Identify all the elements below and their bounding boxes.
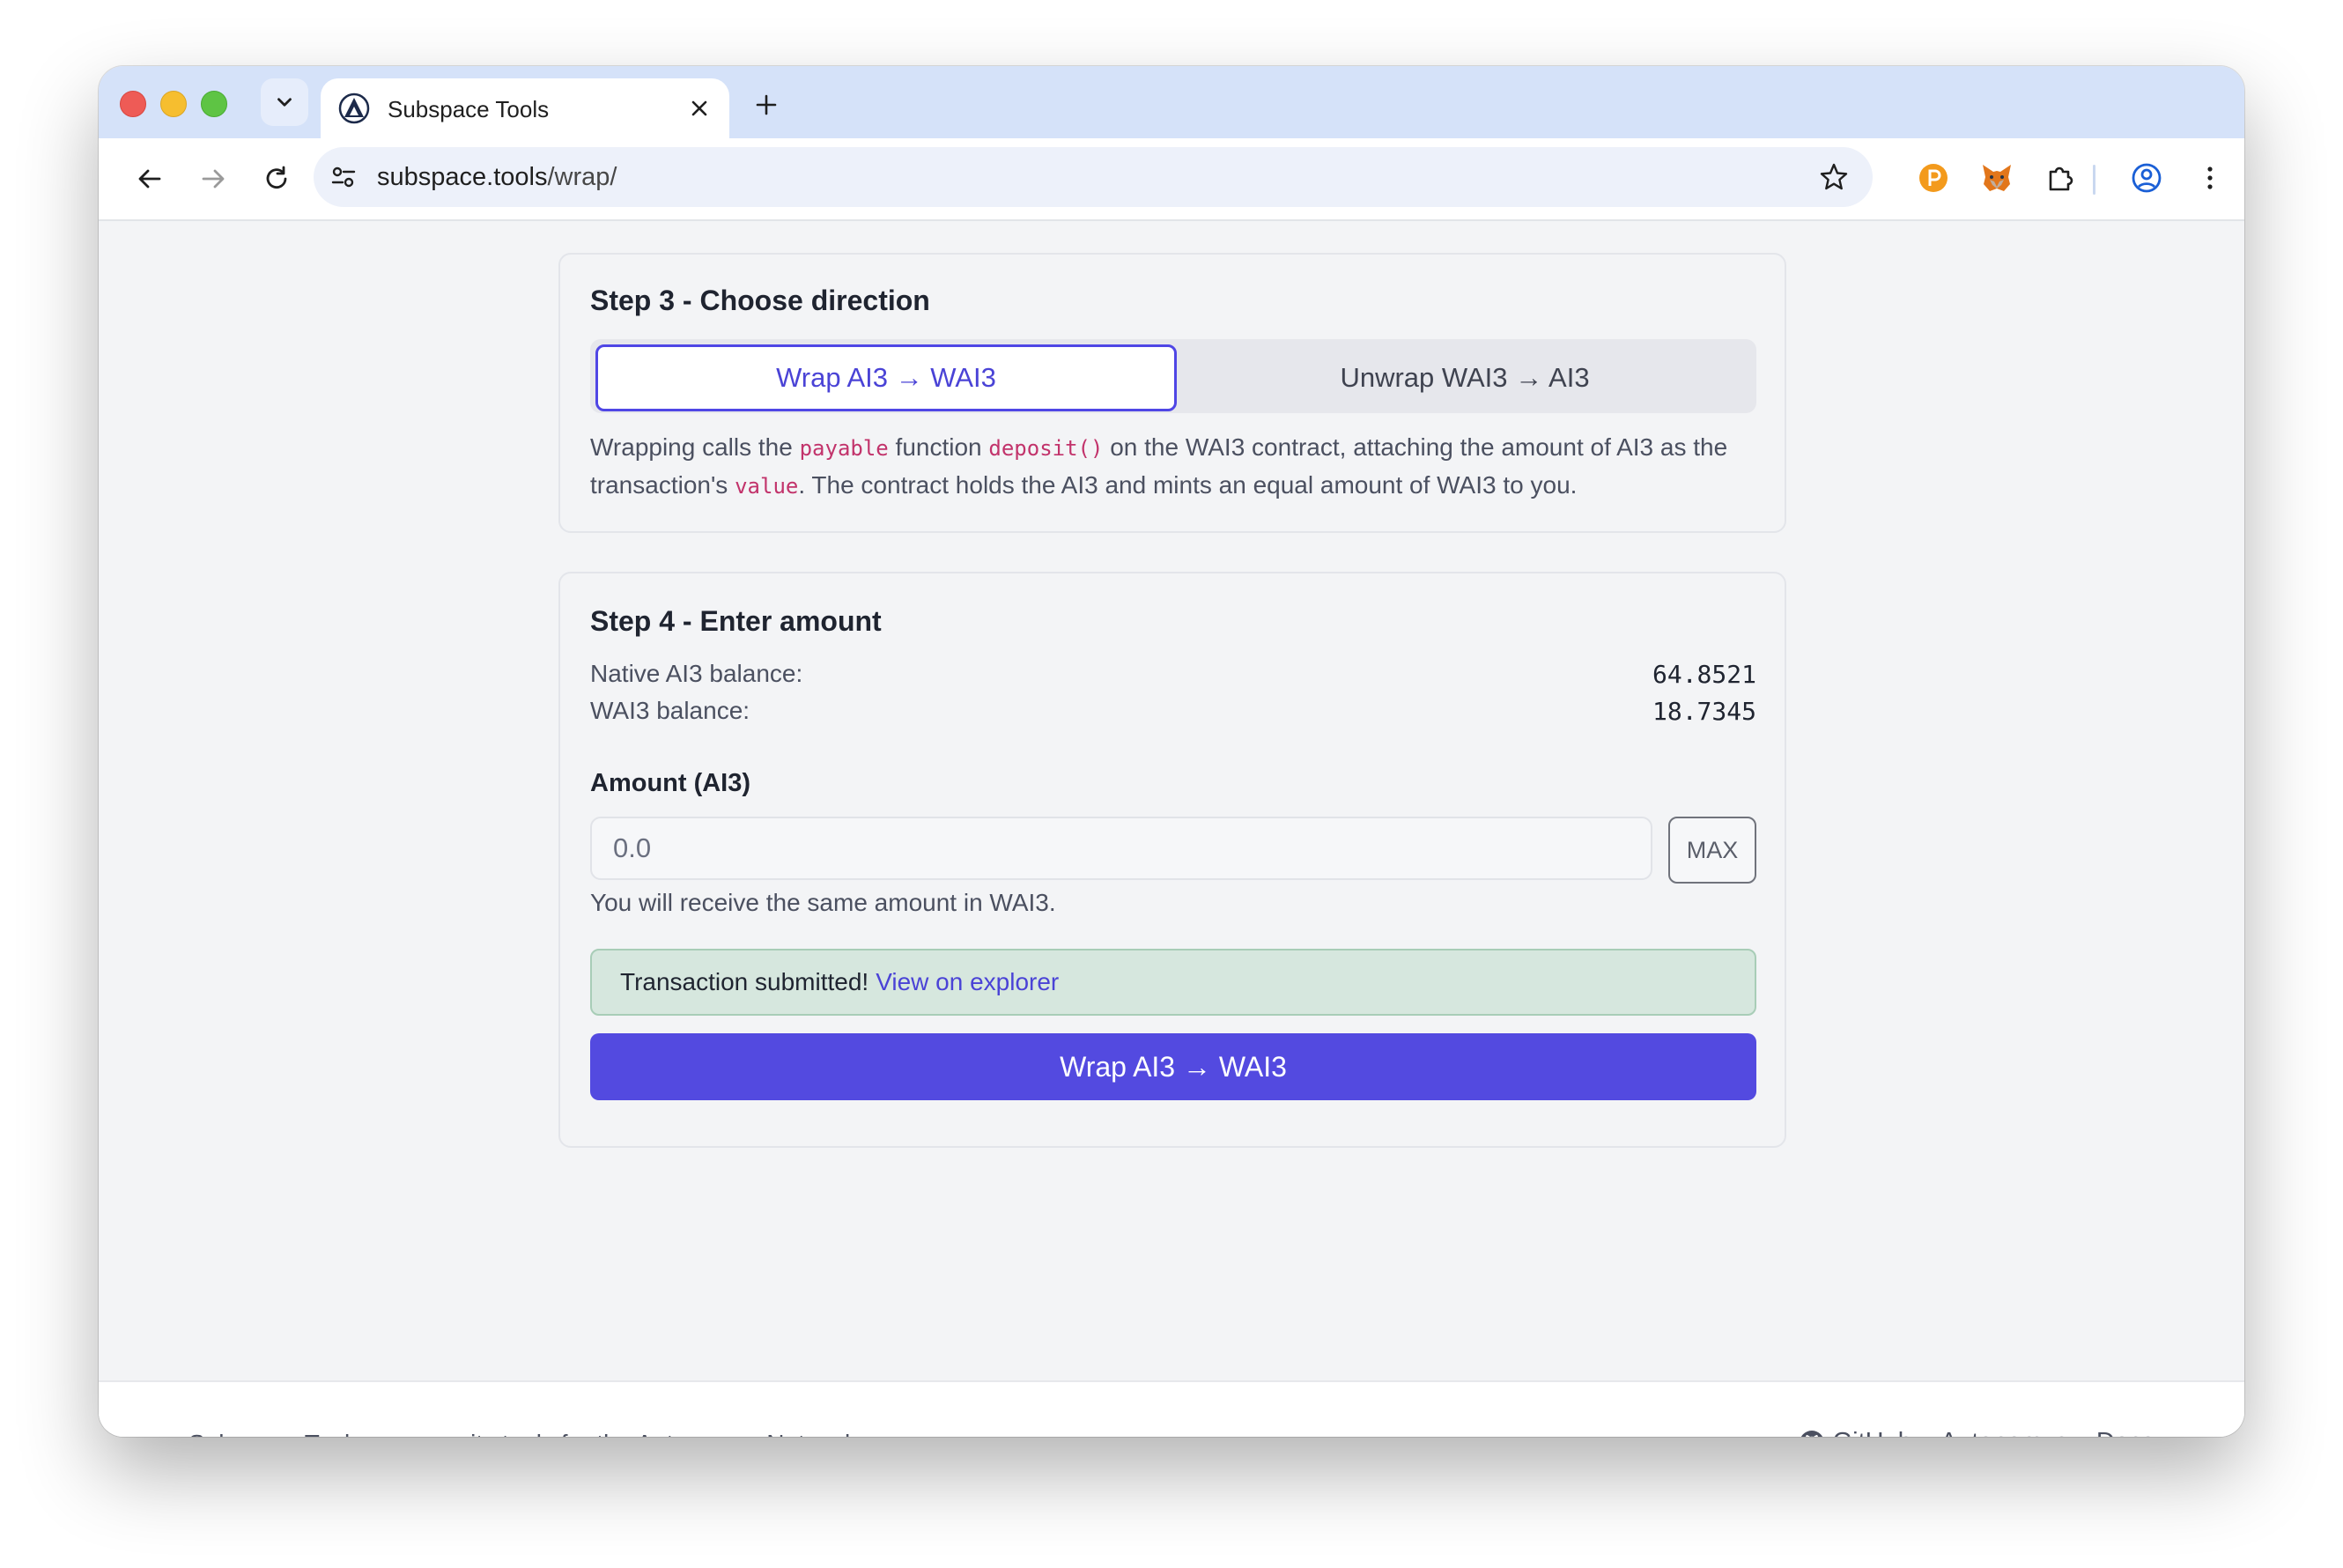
desc-text-2: function xyxy=(888,433,989,461)
chevron-down-icon xyxy=(277,98,292,107)
puzzle-icon xyxy=(2049,166,2073,191)
url-path: /wrap/ xyxy=(547,163,617,191)
footer-text: Subspace Tools, community tools for the … xyxy=(188,1430,864,1437)
back-arrow-icon[interactable] xyxy=(132,161,167,196)
github-link[interactable]: GitHub xyxy=(1798,1428,1912,1437)
profile-button[interactable] xyxy=(2126,158,2167,198)
desc-text-1: Wrapping calls the xyxy=(590,433,800,461)
code-value: value xyxy=(735,474,799,499)
direction-description: Wrapping calls the payable function depo… xyxy=(590,429,1762,505)
step3-title: Step 3 - Choose direction xyxy=(590,285,930,316)
bookmark-star-icon[interactable] xyxy=(1818,161,1850,193)
close-window-button[interactable] xyxy=(120,91,146,117)
browser-toolbar: subspace.tools/wrap/ xyxy=(99,138,2244,221)
page-content: Step 3 - Choose direction Wrap AI3 → WAI… xyxy=(99,221,2244,1437)
tab-strip: Subspace Tools xyxy=(99,66,2244,138)
github-link-label: GitHub xyxy=(1833,1428,1912,1437)
address-bar[interactable]: subspace.tools/wrap/ xyxy=(314,147,1873,207)
wai3-balance-value: 18.7345 xyxy=(1652,697,1756,726)
step4-title: Step 4 - Enter amount xyxy=(590,605,882,637)
minimize-window-button[interactable] xyxy=(160,91,187,117)
browser-menu-button[interactable] xyxy=(2190,158,2230,198)
code-deposit: deposit() xyxy=(988,436,1104,461)
receive-hint: You will receive the same amount in WAI3… xyxy=(590,889,1056,916)
wrap-option-button[interactable]: Wrap AI3 → WAI3 xyxy=(595,344,1177,411)
code-payable: payable xyxy=(799,436,889,461)
new-tab-icon[interactable] xyxy=(749,87,784,122)
orange-coin-icon xyxy=(1919,164,1948,192)
step3-card: Step 3 - Choose direction Wrap AI3 → WAI… xyxy=(558,253,1786,533)
tab-title: Subspace Tools xyxy=(388,96,550,122)
close-tab-icon[interactable] xyxy=(685,94,713,122)
alert-text: Transaction submitted! xyxy=(620,968,869,995)
step4-card: Step 4 - Enter amount Native AI3 balance… xyxy=(558,572,1786,1148)
amount-label: Amount (AI3) xyxy=(590,769,751,797)
toolbar-separator xyxy=(2093,165,2095,195)
url-host: subspace.tools xyxy=(377,163,548,191)
profile-avatar-icon xyxy=(2132,163,2162,193)
extension-p-icon[interactable] xyxy=(1913,158,1954,198)
url-text: subspace.tools/wrap/ xyxy=(377,163,617,192)
success-alert: Transaction submitted! View on explorer xyxy=(590,949,1756,1016)
github-icon xyxy=(1800,1430,1822,1437)
fox-icon xyxy=(1983,165,2011,191)
site-footer: Subspace Tools, community tools for the … xyxy=(99,1380,2244,1437)
extensions-puzzle-icon[interactable] xyxy=(2040,158,2081,198)
autonomys-link[interactable]: Autonomys xyxy=(1940,1428,2068,1437)
browser-window: Subspace Tools subspace.tools/wrap/ Step… xyxy=(99,66,2244,1437)
unwrap-option-button[interactable]: Unwrap WAI3 → AI3 xyxy=(1177,344,1753,411)
wai3-balance-label: WAI3 balance: xyxy=(590,697,750,724)
native-balance-value: 64.8521 xyxy=(1652,660,1756,689)
wrap-submit-button[interactable]: Wrap AI3 → WAI3 xyxy=(590,1033,1756,1100)
tab-search-button[interactable] xyxy=(261,78,308,126)
reload-icon[interactable] xyxy=(259,161,294,196)
subspace-logo-icon xyxy=(338,92,370,124)
metamask-fox-icon[interactable] xyxy=(1977,158,2017,198)
maximize-window-button[interactable] xyxy=(201,91,227,117)
footer-links: GitHub Autonomys Docs xyxy=(1798,1428,2155,1437)
native-balance-row: Native AI3 balance: 64.8521 xyxy=(590,660,1756,695)
native-balance-label: Native AI3 balance: xyxy=(590,660,803,687)
max-button[interactable]: MAX xyxy=(1668,817,1756,884)
amount-input[interactable] xyxy=(590,817,1652,880)
kebab-menu-icon xyxy=(2207,166,2213,189)
tab-subspace-tools[interactable]: Subspace Tools xyxy=(321,78,729,138)
site-settings-icon[interactable] xyxy=(326,159,361,195)
wai3-balance-row: WAI3 balance: 18.7345 xyxy=(590,697,1756,732)
desc-text-4: . The contract holds the AI3 and mints a… xyxy=(798,471,1578,499)
direction-toggle: Wrap AI3 → WAI3 Unwrap WAI3 → AI3 xyxy=(590,339,1756,413)
forward-arrow-icon[interactable] xyxy=(196,161,231,196)
view-on-explorer-link[interactable]: View on explorer xyxy=(876,968,1059,996)
docs-link[interactable]: Docs xyxy=(2096,1428,2155,1437)
